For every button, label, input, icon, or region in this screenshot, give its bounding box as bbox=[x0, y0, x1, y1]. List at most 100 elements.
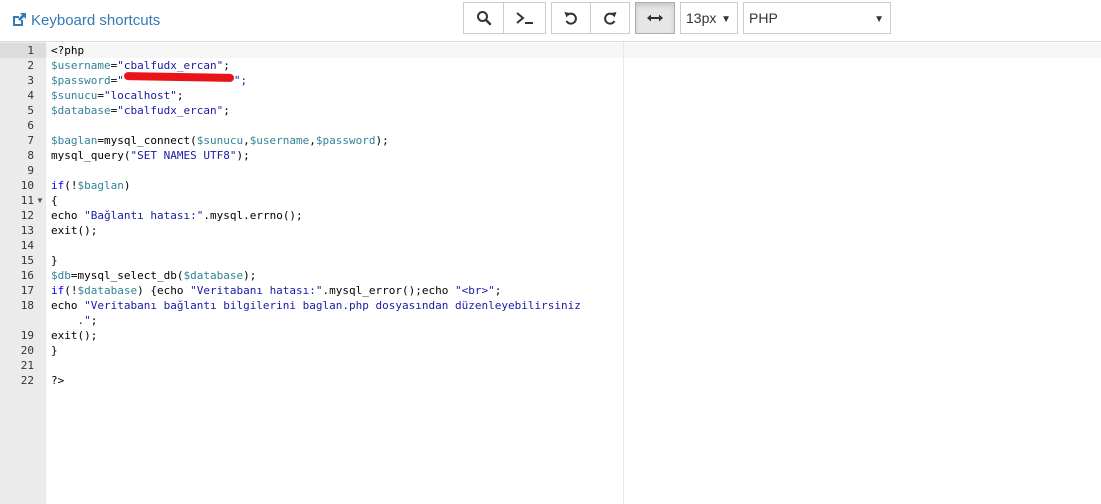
code-token: "Veritabanı bağlantı bilgilerini baglan.… bbox=[84, 299, 581, 312]
code-token: = bbox=[97, 89, 104, 102]
code-token: ); bbox=[375, 134, 389, 147]
font-size-select[interactable]: 13px ▼ bbox=[680, 2, 738, 34]
code-token: exit(); bbox=[51, 329, 98, 342]
code-line: $database="cbalfudx_ercan"; bbox=[51, 103, 230, 118]
code-line: if(!$database) {echo "Veritabanı hatası:… bbox=[51, 283, 501, 298]
code-token: "Veritabanı hatası:" bbox=[190, 284, 323, 297]
line-number: 1 bbox=[27, 44, 34, 57]
code-line: $baglan=mysql_connect($sunucu,$username,… bbox=[51, 133, 389, 148]
toolbar: Keyboard shortcuts 13px ▼ PHP ▼ bbox=[0, 0, 1101, 42]
line-number: 17 bbox=[20, 284, 34, 297]
undo-icon bbox=[564, 12, 577, 25]
code-token: { bbox=[51, 194, 58, 207]
line-number: 5 bbox=[27, 104, 34, 117]
line-number: 20 bbox=[20, 344, 34, 357]
mode-select[interactable]: PHP ▼ bbox=[743, 2, 891, 34]
code-token: "cbalfudx_ercan" bbox=[117, 59, 224, 72]
code-token: ); bbox=[236, 149, 250, 162]
code-line: $db=mysql_select_db($database); bbox=[51, 268, 256, 283]
line-number: 11 bbox=[20, 194, 34, 207]
code-token: $baglan bbox=[51, 134, 98, 147]
code-line-wrapped: ."; bbox=[51, 313, 97, 328]
terminal-button[interactable] bbox=[503, 2, 546, 34]
line-number: 21 bbox=[20, 359, 34, 372]
line-number: 2 bbox=[27, 59, 34, 72]
line-number: 18 bbox=[20, 299, 34, 312]
code-token: ; bbox=[494, 284, 502, 297]
wrap-toggle-button[interactable] bbox=[635, 2, 675, 34]
code-line: } bbox=[51, 253, 58, 268]
code-line: } bbox=[51, 343, 58, 358]
code-line: if(!$baglan) bbox=[51, 178, 130, 193]
code-token: $baglan bbox=[77, 179, 124, 192]
code-token: $sunucu bbox=[196, 134, 244, 147]
code-token: $username bbox=[51, 59, 111, 72]
redo-icon bbox=[604, 12, 617, 25]
line-number: 13 bbox=[20, 224, 34, 237]
line-number: 3 bbox=[27, 74, 34, 87]
code-token: $username bbox=[249, 134, 310, 147]
code-token: "; bbox=[233, 74, 248, 87]
line-number: 22 bbox=[20, 374, 34, 387]
keyboard-shortcuts-label: Keyboard shortcuts bbox=[31, 11, 161, 29]
line-number: 8 bbox=[27, 149, 34, 162]
code-line: exit(); bbox=[51, 328, 97, 343]
code-token: $database bbox=[183, 269, 244, 282]
code-token: if bbox=[51, 284, 65, 297]
line-number: 12 bbox=[20, 209, 34, 222]
fold-arrow-icon[interactable]: ▼ bbox=[36, 193, 44, 208]
code-token: ) bbox=[123, 179, 131, 192]
code-token: ." bbox=[51, 314, 91, 327]
keyboard-shortcuts-link[interactable]: Keyboard shortcuts bbox=[11, 10, 160, 30]
font-size-value: 13px bbox=[686, 10, 717, 26]
code-token: ; bbox=[223, 59, 230, 72]
code-token: $password bbox=[315, 134, 376, 147]
code-line: echo "Veritabanı bağlantı bilgilerini ba… bbox=[51, 298, 581, 313]
code-line: exit(); bbox=[51, 223, 97, 238]
code-token: .mysql.errno(); bbox=[203, 209, 303, 222]
line-number: 4 bbox=[27, 89, 34, 102]
mode-value: PHP bbox=[749, 10, 778, 26]
code-token: (! bbox=[64, 179, 78, 192]
code-token: $db bbox=[51, 269, 71, 282]
code-token: $database bbox=[51, 104, 111, 117]
active-line-highlight bbox=[46, 43, 1101, 58]
gutter-active-line bbox=[0, 43, 46, 58]
code-line: $username="cbalfudx_ercan"; bbox=[51, 58, 230, 73]
code-token: (! bbox=[64, 284, 78, 297]
code-token: $password bbox=[51, 74, 111, 87]
code-token: "<br>" bbox=[455, 284, 495, 297]
code-token: , bbox=[243, 134, 250, 147]
line-number: 16 bbox=[20, 269, 34, 282]
print-margin bbox=[623, 42, 624, 504]
undo-button[interactable] bbox=[551, 2, 591, 34]
code-token: $sunucu bbox=[51, 89, 98, 102]
code-token: .mysql_error();echo bbox=[322, 284, 455, 297]
search-button[interactable] bbox=[463, 2, 504, 34]
code-token: ?> bbox=[51, 374, 65, 387]
code-token: exit(); bbox=[51, 224, 98, 237]
code-line: { bbox=[51, 193, 58, 208]
code-token: =mysql_connect( bbox=[97, 134, 197, 147]
code-line: ?> bbox=[51, 373, 64, 388]
code-line: $sunucu="localhost"; bbox=[51, 88, 183, 103]
wrap-icon bbox=[647, 14, 663, 22]
code-token: " bbox=[117, 74, 124, 87]
code-token: , bbox=[309, 134, 316, 147]
code-token: $database bbox=[77, 284, 138, 297]
code-token: "Bağlantı hatası:" bbox=[84, 209, 204, 222]
line-number: 6 bbox=[27, 119, 34, 132]
redo-button[interactable] bbox=[590, 2, 630, 34]
code-token: echo bbox=[51, 209, 85, 222]
code-token: =mysql_select_db( bbox=[70, 269, 184, 282]
code-token: ); bbox=[243, 269, 257, 282]
code-line: mysql_query("SET NAMES UTF8"); bbox=[51, 148, 250, 163]
line-number: 14 bbox=[20, 239, 34, 252]
terminal-icon bbox=[515, 12, 533, 24]
code-token: ; bbox=[176, 89, 184, 102]
code-token: mysql_query( bbox=[51, 149, 131, 162]
external-link-icon bbox=[13, 13, 26, 26]
code-token: "cbalfudx_ercan" bbox=[117, 104, 224, 117]
line-number: 19 bbox=[20, 329, 34, 342]
code-line: echo "Bağlantı hatası:".mysql.errno(); bbox=[51, 208, 303, 223]
